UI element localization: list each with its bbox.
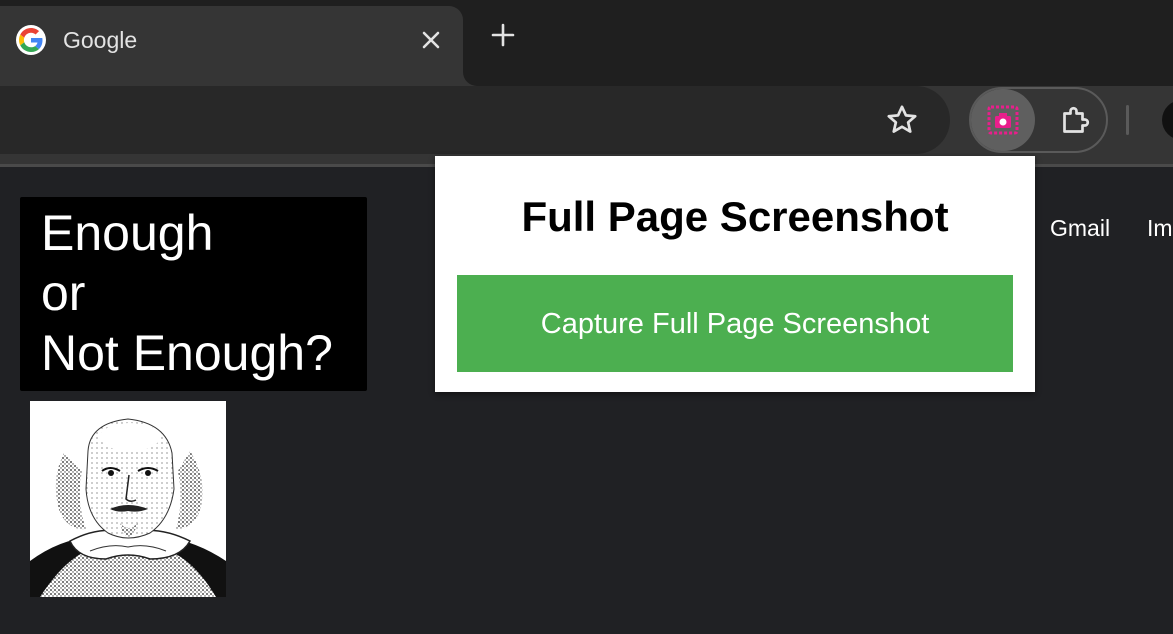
star-icon[interactable] — [884, 102, 920, 138]
tab-strip: Google — [0, 0, 1173, 86]
doodle-line-2: or — [41, 265, 86, 321]
tab-curve — [463, 72, 477, 86]
doodle-line-1: Enough — [41, 205, 214, 261]
images-link[interactable]: Im — [1147, 215, 1173, 242]
browser-toolbar — [0, 86, 1173, 166]
google-g-icon — [16, 25, 46, 55]
gmail-link[interactable]: Gmail — [1050, 215, 1110, 242]
plus-icon[interactable] — [488, 20, 518, 50]
doodle-line-3: Not Enough? — [41, 325, 333, 381]
toolbar-divider — [1126, 105, 1129, 135]
capture-full-page-button[interactable]: Capture Full Page Screenshot — [457, 275, 1013, 372]
doodle-banner[interactable]: Enough or Not Enough? — [20, 197, 367, 391]
popup-title: Full Page Screenshot — [521, 193, 949, 240]
active-tab[interactable]: Google — [0, 6, 463, 86]
portrait-image[interactable] — [30, 401, 226, 597]
close-icon[interactable] — [417, 26, 445, 54]
screenshot-camera-icon[interactable] — [971, 89, 1035, 151]
puzzle-icon[interactable] — [1057, 103, 1093, 139]
address-bar[interactable] — [0, 86, 950, 154]
tab-title: Google — [63, 27, 138, 53]
extension-popup: Full Page Screenshot Capture Full Page S… — [435, 156, 1035, 392]
profile-avatar[interactable] — [1162, 100, 1173, 140]
